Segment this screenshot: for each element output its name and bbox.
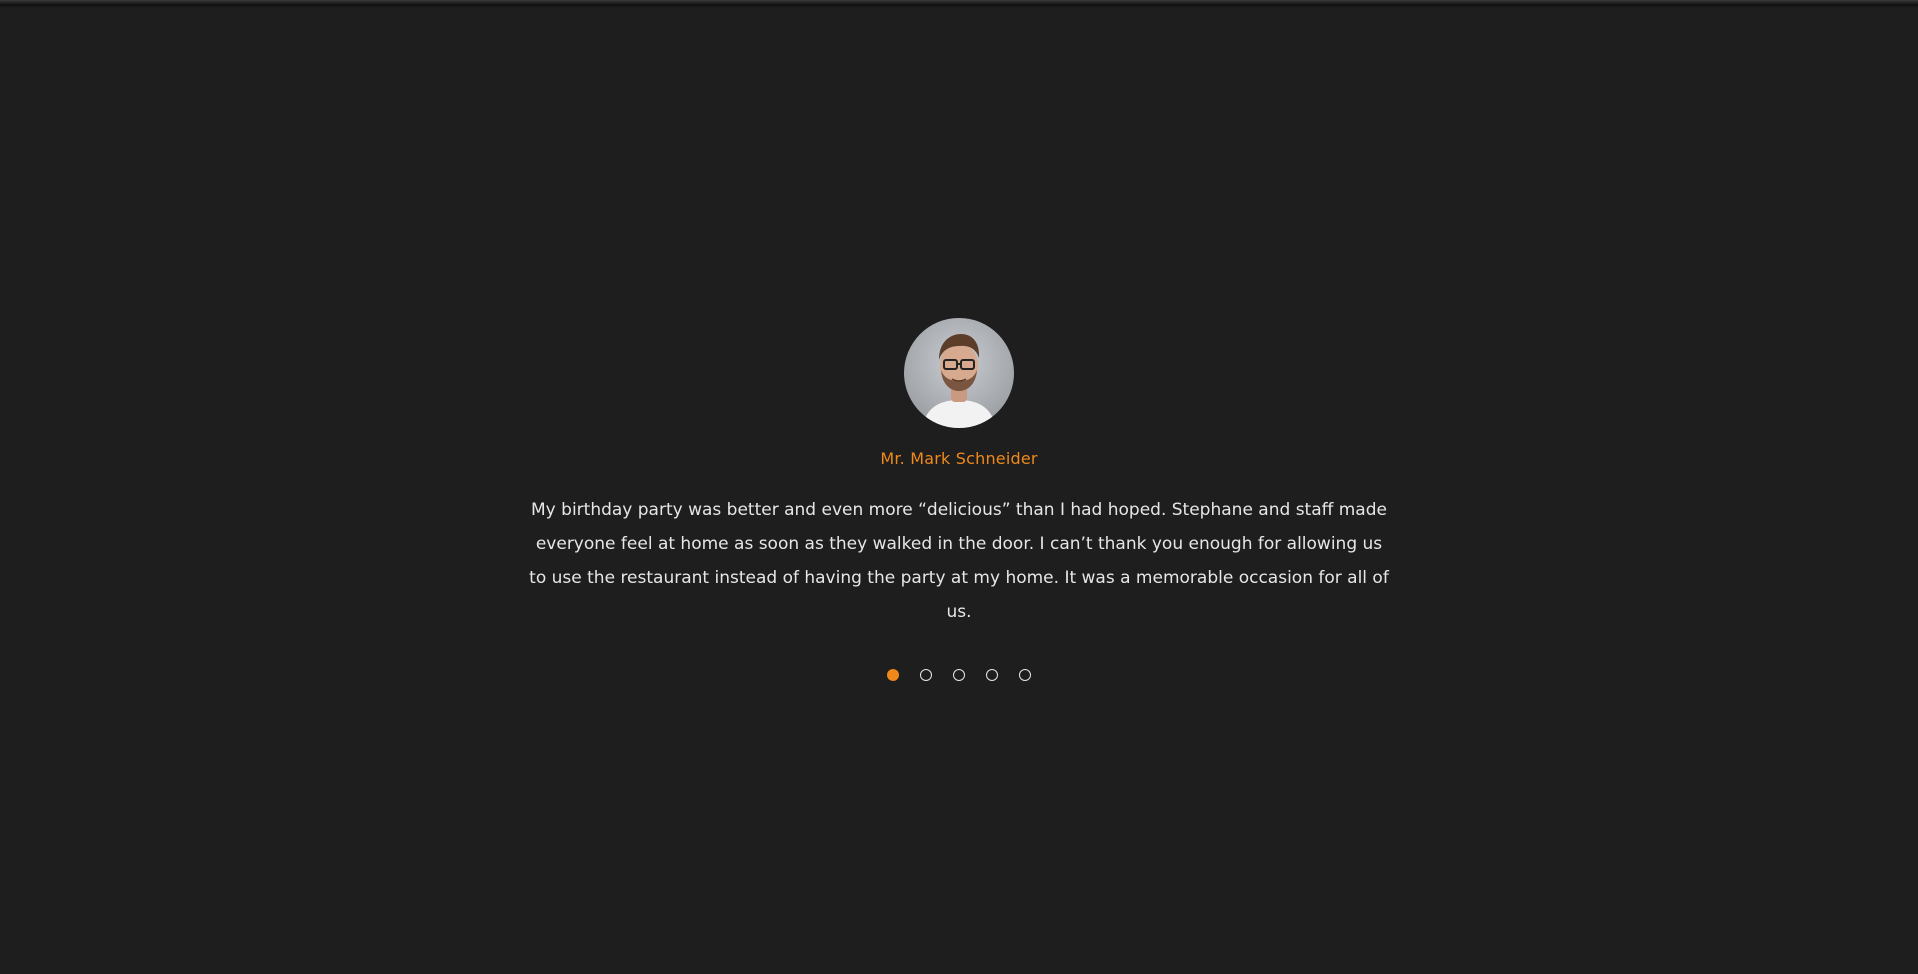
carousel-dot-4[interactable] — [986, 669, 998, 681]
carousel-dot-2[interactable] — [920, 669, 932, 681]
carousel-dot-1[interactable] — [887, 669, 899, 681]
carousel-dot-5[interactable] — [1019, 669, 1031, 681]
carousel-dot-3[interactable] — [953, 669, 965, 681]
carousel-pagination — [887, 669, 1031, 681]
top-edge-strip — [0, 0, 1918, 8]
testimonial-section: Mr. Mark Schneider My birthday party was… — [0, 0, 1918, 974]
testimonial-quote: My birthday party was better and even mo… — [529, 500, 1389, 622]
person-photo-icon — [922, 334, 996, 428]
reviewer-avatar — [904, 318, 1014, 428]
reviewer-name: Mr. Mark Schneider — [880, 449, 1038, 468]
testimonial-slide: Mr. Mark Schneider My birthday party was… — [0, 318, 1918, 681]
